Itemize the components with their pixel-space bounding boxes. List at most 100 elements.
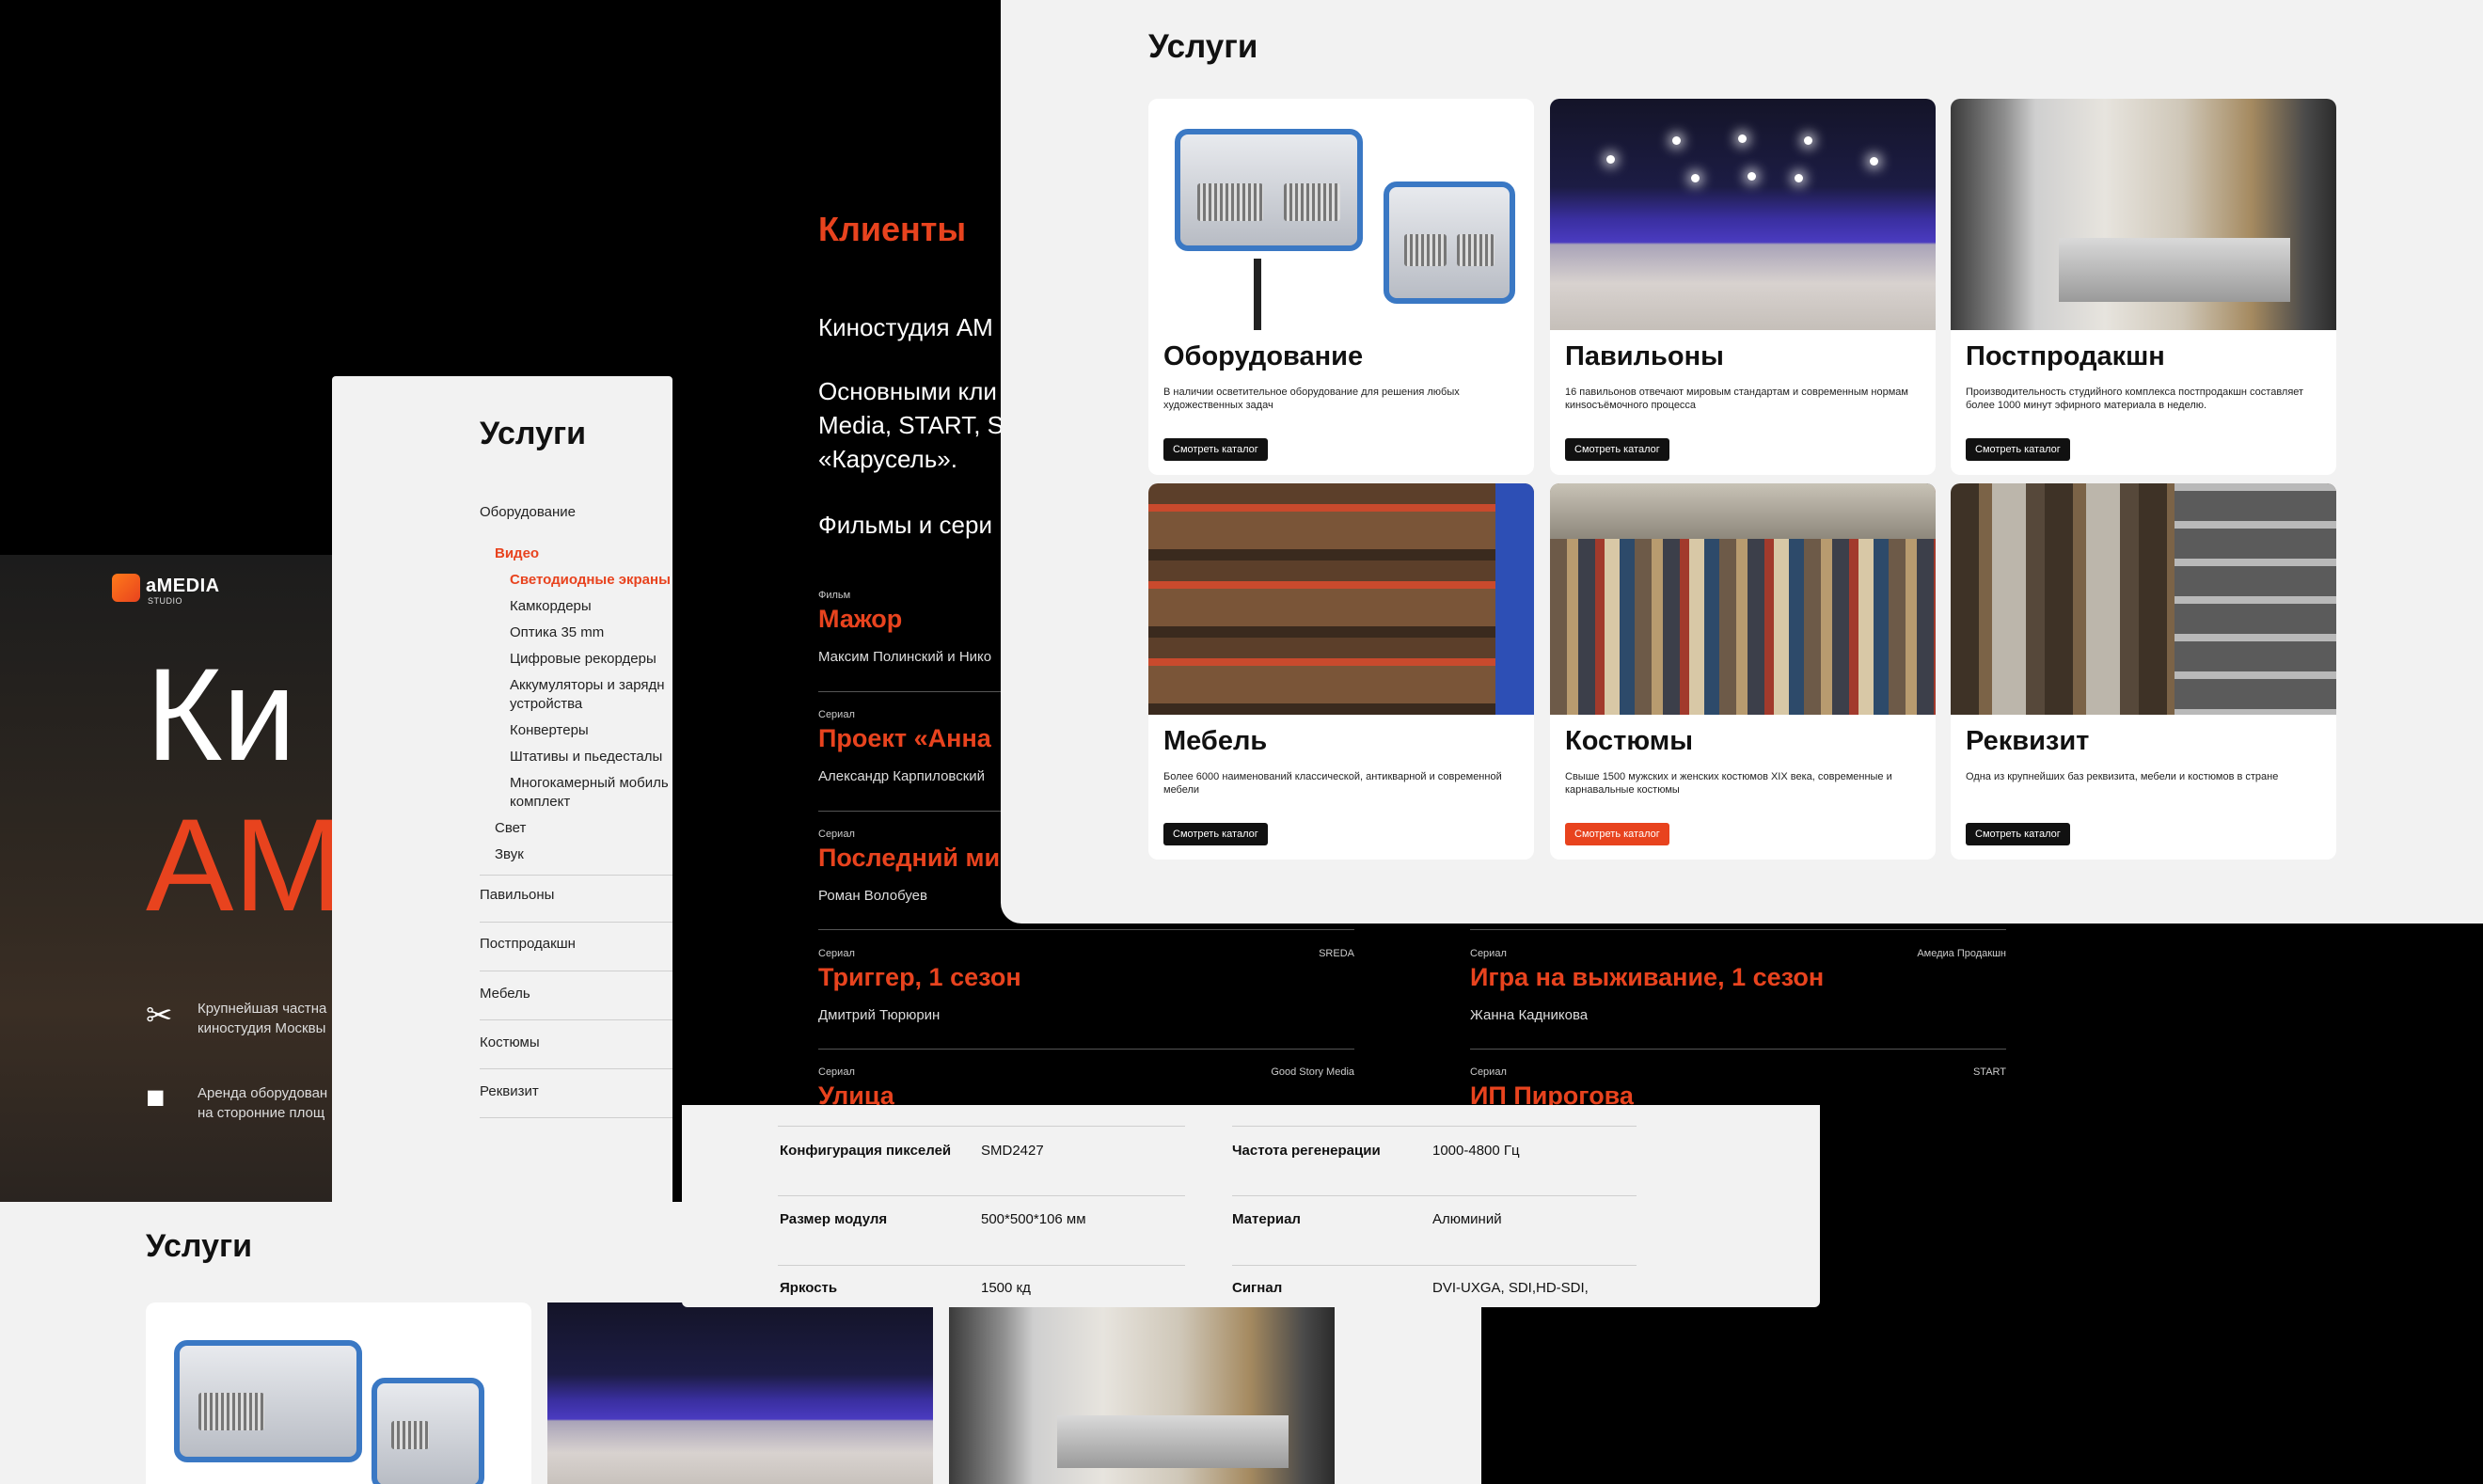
service-card-props[interactable]: Реквизит Одна из крупнейших баз реквизит…	[1951, 483, 2336, 860]
card-description: Более 6000 наименований классической, ан…	[1163, 771, 1502, 796]
sidebar-item-optics[interactable]: Оптика 35 mm	[510, 624, 604, 640]
client-director: Максим Полинский и Нико	[818, 649, 992, 665]
section-title: Услуги	[146, 1228, 253, 1264]
view-catalog-button[interactable]: Смотреть каталог	[1565, 438, 1669, 461]
spec-value: SMD2427	[981, 1143, 1044, 1159]
client-type: Сериал	[818, 829, 855, 840]
divider	[1232, 1195, 1637, 1196]
sidebar-item-batteries[interactable]: Аккумуляторы и зарядн	[510, 677, 665, 693]
sidebar-item-costumes[interactable]: Костюмы	[480, 1034, 540, 1050]
furniture-photo	[1148, 483, 1534, 715]
spec-label: Частота регенерации	[1232, 1143, 1381, 1159]
view-catalog-button[interactable]: Смотреть каталог	[1966, 438, 2070, 461]
spec-value: 1000-4800 Гц	[1432, 1143, 1520, 1159]
equipment-photo	[1148, 99, 1534, 330]
hero-headline-line1: Ки	[146, 640, 296, 788]
clapperboard-icon: ✂	[146, 998, 173, 1034]
sidebar-item-batteries-cont[interactable]: устройства	[510, 696, 582, 712]
client-name[interactable]: Улица	[818, 1081, 894, 1105]
sidebar-item-converters[interactable]: Конвертеры	[510, 722, 589, 738]
card-description: Производительность студийного комплекса …	[1966, 387, 2304, 411]
view-catalog-button[interactable]: Смотреть каталог	[1163, 823, 1268, 845]
hero-headline-line2: АМ	[146, 791, 339, 939]
service-card-equipment[interactable]: Оборудование В наличии осветительное обо…	[1148, 99, 1534, 475]
spec-label: Сигнал	[1232, 1280, 1283, 1296]
client-name[interactable]: ИП Пирогова	[1470, 1081, 1634, 1105]
client-director: Жанна Кадникова	[1470, 1007, 1589, 1023]
sidebar-item-tripods[interactable]: Штативы и пьедесталы	[510, 749, 662, 765]
card-title: Павильоны	[1565, 341, 1724, 371]
sidebar-item-camcorders[interactable]: Камкордеры	[510, 598, 592, 614]
equipment-photo[interactable]	[146, 1302, 531, 1484]
client-name[interactable]: Мажор	[818, 605, 902, 634]
sidebar-item-sound[interactable]: Звук	[495, 846, 524, 862]
divider	[480, 1019, 672, 1020]
client-director: Роман Волобуев	[818, 888, 927, 904]
view-catalog-button[interactable]: Смотреть каталог	[1565, 823, 1669, 845]
clients-main-text: «Карусель».	[818, 445, 957, 473]
divider	[480, 1117, 672, 1118]
service-card-postproduction[interactable]: Постпродакшн Производительность студийно…	[1951, 99, 2336, 475]
card-description: Одна из крупнейших баз реквизита, мебели…	[1966, 771, 2279, 782]
card-description: В наличии осветительное оборудование для…	[1163, 387, 1460, 411]
client-director: Александр Карпиловский	[818, 768, 986, 784]
amedia-logo-icon	[112, 574, 140, 602]
clients-intro: Киностудия АМ	[818, 313, 993, 341]
card-title: Реквизит	[1966, 726, 2090, 756]
sidebar-item-multicam[interactable]: Многокамерный мобиль	[510, 775, 669, 791]
hero-feature-text: Аренда оборудован на сторонние площ	[198, 1085, 328, 1121]
sidebar-item-led-screens[interactable]: Светодиодные экраны	[510, 572, 671, 588]
card-title: Костюмы	[1565, 726, 1693, 756]
clients-title: Клиенты	[818, 210, 967, 248]
service-card-furniture[interactable]: Мебель Более 6000 наименований классичес…	[1148, 483, 1534, 860]
card-title: Оборудование	[1163, 341, 1364, 371]
divider	[818, 929, 1354, 930]
client-type: Сериал	[1470, 948, 1507, 959]
main-title: Услуги	[1148, 28, 1258, 65]
client-studio: Good Story Media	[1271, 1066, 1354, 1078]
client-studio: SREDA	[1319, 948, 1354, 959]
card-description: 16 павильонов отвечают мировым стандарта…	[1565, 387, 1908, 411]
sidebar-title: Услуги	[480, 416, 587, 451]
sidebar-item-pavilions[interactable]: Павильоны	[480, 887, 554, 903]
sidebar-item-light[interactable]: Свет	[495, 820, 526, 836]
divider	[1232, 1126, 1637, 1127]
spec-value: Алюминий	[1432, 1211, 1502, 1227]
service-card-costumes[interactable]: Костюмы Свыше 1500 мужских и женских кос…	[1550, 483, 1936, 860]
amedia-logo[interactable]: aMEDIA STUDIO	[112, 574, 220, 606]
spec-label: Материал	[1232, 1211, 1301, 1227]
service-card-pavilions[interactable]: Павильоны 16 павильонов отвечают мировым…	[1550, 99, 1936, 475]
sidebar-item-postproduction[interactable]: Постпродакшн	[480, 936, 576, 952]
sidebar-item-multicam-cont[interactable]: комплект	[510, 794, 570, 810]
costumes-photo	[1550, 483, 1936, 715]
client-name[interactable]: Проект «Анна	[818, 724, 991, 753]
hero-panel: aMEDIA STUDIO Ки АМ ✂ Крупнейшая частна …	[0, 555, 339, 1204]
view-catalog-button[interactable]: Смотреть каталог	[1966, 823, 2070, 845]
divider	[1470, 929, 2006, 930]
divider	[778, 1126, 1185, 1127]
divider	[480, 1068, 672, 1069]
sidebar-item-equipment[interactable]: Оборудование	[480, 504, 576, 520]
sidebar-item-props[interactable]: Реквизит	[480, 1083, 539, 1099]
client-studio: START	[1972, 1066, 2006, 1078]
client-name[interactable]: Игра на выживание, 1 сезон	[1470, 963, 1824, 992]
pavilion-photo[interactable]	[547, 1302, 933, 1484]
view-catalog-button[interactable]: Смотреть каталог	[1163, 438, 1268, 461]
divider	[1232, 1265, 1637, 1266]
sidebar-item-recorders[interactable]: Цифровые рекордеры	[510, 651, 656, 667]
client-studio: Амедиа Продакшн	[1917, 948, 2006, 959]
divider	[480, 922, 672, 923]
camera-icon: ■	[146, 1080, 166, 1115]
logo-text: aMEDIA	[146, 576, 220, 596]
clients-films-heading: Фильмы и сери	[818, 511, 992, 539]
client-name[interactable]: Триггер, 1 сезон	[818, 963, 1021, 992]
client-name[interactable]: Последний ми	[818, 844, 1000, 873]
client-type: Сериал	[818, 709, 855, 720]
postproduction-photo[interactable]	[949, 1302, 1335, 1484]
pavilion-photo	[1550, 99, 1936, 330]
client-director: Дмитрий Тюрюрин	[818, 1007, 941, 1023]
sidebar-item-furniture[interactable]: Мебель	[480, 986, 530, 1002]
clients-main-text: Основными кли	[818, 377, 997, 405]
sidebar-services-panel: Услуги Оборудование Видео Светодиодные э…	[332, 376, 672, 1202]
sidebar-item-video[interactable]: Видео	[495, 545, 539, 561]
